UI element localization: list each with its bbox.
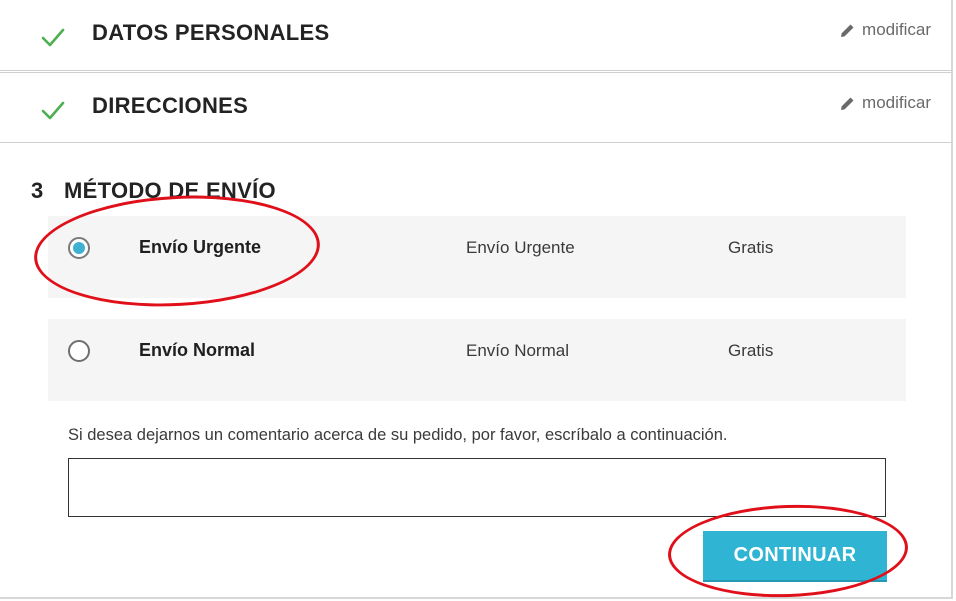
option-name: Envío Urgente	[139, 237, 262, 257]
modify-label: modificar	[862, 20, 931, 39]
modify-label: modificar	[862, 93, 931, 112]
pencil-icon	[841, 24, 854, 37]
option-description: Envío Normal	[466, 341, 569, 360]
step-personal-data: DATOS PERSONALES modificar	[0, 0, 953, 71]
radio-urgent[interactable]	[68, 237, 90, 259]
shipping-option-normal[interactable]: Envío Normal Envío Normal Gratis	[48, 319, 906, 401]
checkout-panel: DATOS PERSONALES modificar DIRECCIONES m…	[0, 0, 953, 601]
continue-button[interactable]: CONTINUAR	[703, 531, 887, 580]
pencil-icon	[841, 97, 854, 110]
step-addresses: DIRECCIONES modificar	[0, 72, 953, 143]
option-price: Gratis	[728, 341, 774, 360]
comment-textarea[interactable]	[68, 458, 886, 517]
check-icon	[41, 101, 65, 120]
section-number: 3	[31, 178, 44, 203]
option-description: Envío Urgente	[466, 238, 575, 257]
check-icon	[41, 28, 65, 47]
modify-link-addresses[interactable]: modificar	[839, 93, 931, 113]
modify-link-personal-data[interactable]: modificar	[839, 20, 931, 40]
option-price: Gratis	[728, 238, 774, 257]
section-title: MÉTODO DE ENVÍO	[64, 178, 276, 203]
comment-label: Si desea dejarnos un comentario acerca d…	[68, 426, 728, 444]
step-title: DIRECCIONES	[92, 93, 249, 118]
shipping-option-urgent[interactable]: Envío Urgente Envío Urgente Gratis	[48, 216, 906, 298]
step-title: DATOS PERSONALES	[92, 20, 330, 45]
radio-normal[interactable]	[68, 340, 90, 362]
option-name: Envío Normal	[139, 340, 256, 360]
